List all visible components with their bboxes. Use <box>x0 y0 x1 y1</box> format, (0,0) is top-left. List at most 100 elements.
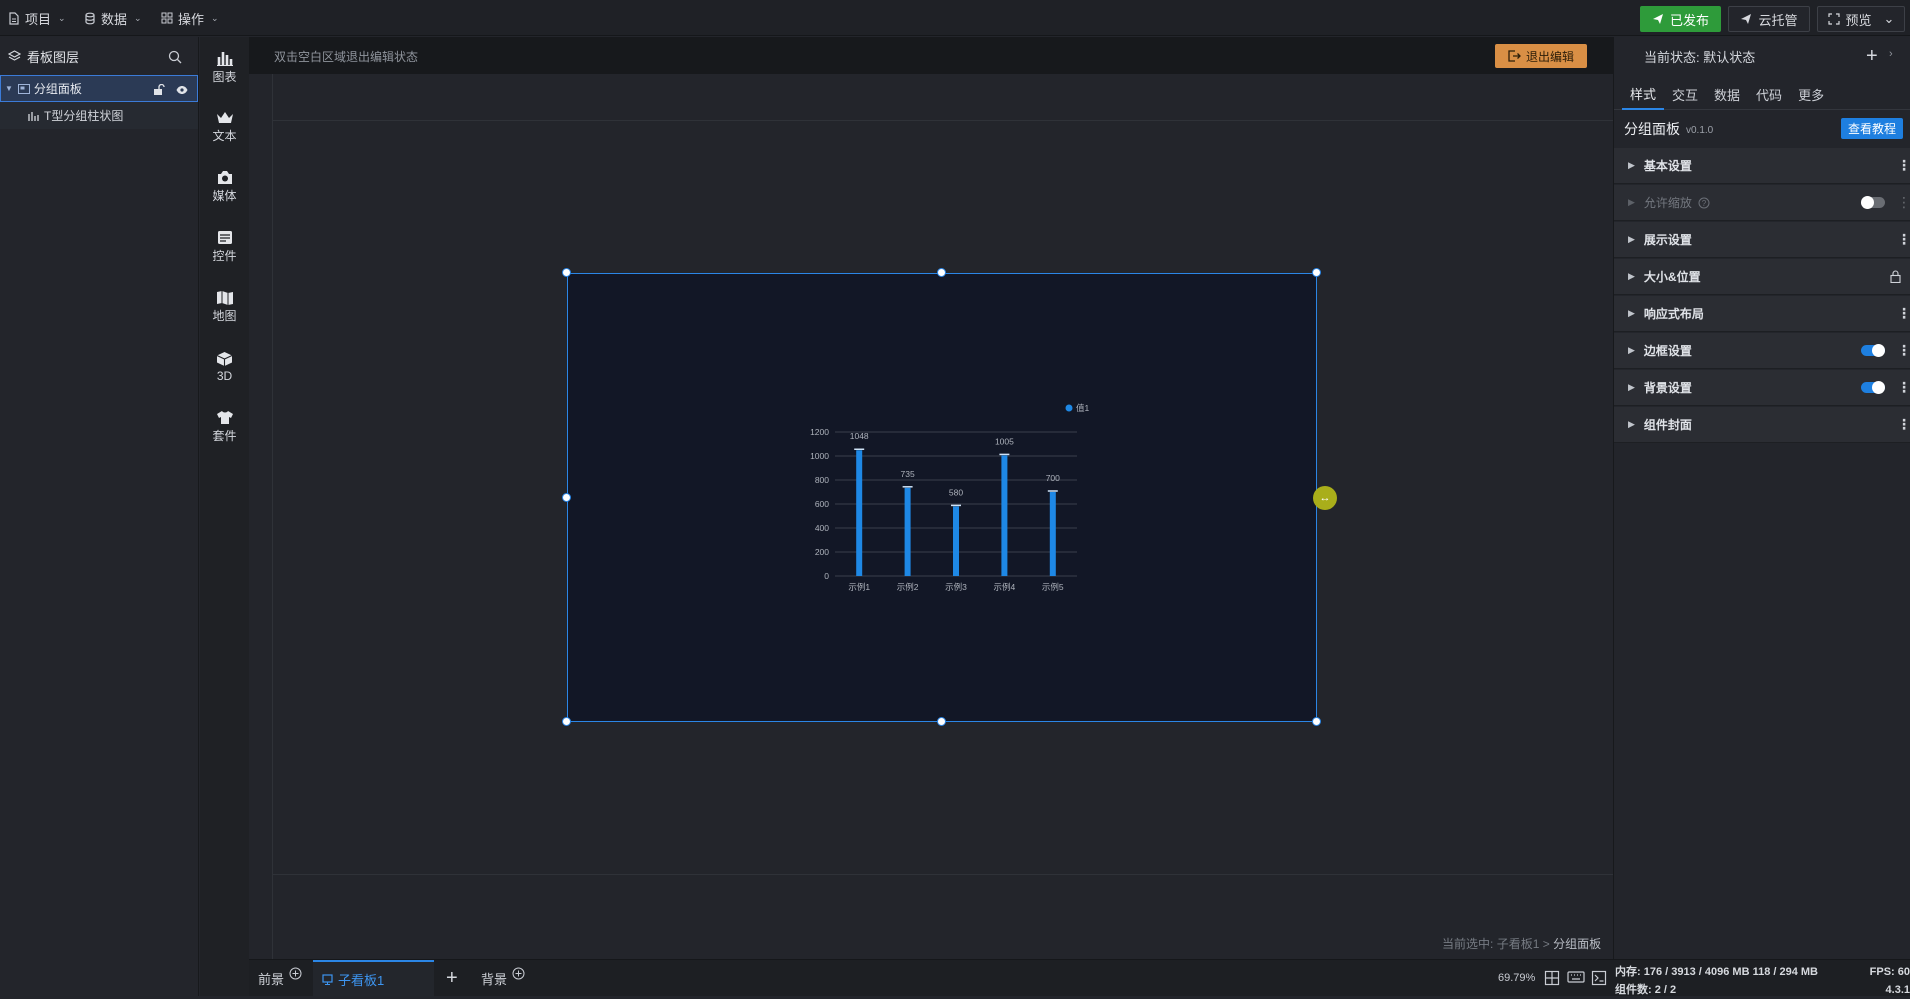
add-icon[interactable]: + <box>1866 45 1878 68</box>
camera-icon <box>216 170 234 185</box>
tab-code[interactable]: 代码 <box>1748 78 1790 110</box>
tab-interaction[interactable]: 交互 <box>1664 78 1706 110</box>
section-responsive-layout[interactable]: ▶ 响应式布局 ⋮ <box>1614 296 1910 332</box>
section-background-settings[interactable]: ▶ 背景设置 ⋮ <box>1614 370 1910 406</box>
tool-kit[interactable]: 套件 <box>200 397 249 457</box>
tab-code-label: 代码 <box>1756 87 1783 103</box>
section-component-cover[interactable]: ▶ 组件封面 ⋮ <box>1614 407 1910 443</box>
resize-handle-e[interactable]: ↔ <box>1313 486 1337 510</box>
help-icon[interactable]: ? <box>1698 197 1710 209</box>
menu-operation[interactable]: 操作 ⌄ <box>161 0 219 36</box>
breadcrumb-path[interactable]: 子看板1 <box>1497 937 1540 951</box>
tab-sub-board[interactable]: 子看板1 <box>313 960 434 997</box>
preview-button[interactable]: 预览 ⌄ <box>1817 6 1905 32</box>
tab-foreground[interactable]: 前景 <box>258 960 302 997</box>
shirt-icon <box>216 410 234 425</box>
published-button[interactable]: 已发布 <box>1640 6 1721 32</box>
add-board-label: + <box>446 967 458 989</box>
section-label: 展示设置 <box>1643 233 1692 247</box>
keyboard-icon[interactable] <box>1567 970 1585 986</box>
exit-edit-button[interactable]: 退出编辑 <box>1495 44 1587 68</box>
fit-screen-icon[interactable] <box>1544 970 1562 986</box>
tool-text-label: 文本 <box>212 128 237 143</box>
legend-label: 值1 <box>1076 403 1090 413</box>
fullscreen-icon <box>1827 13 1840 25</box>
section-border-settings[interactable]: ▶ 边框设置 ⋮ <box>1614 333 1910 369</box>
zoom-level[interactable]: 69.79% <box>1498 972 1535 984</box>
section-display-settings[interactable]: ▶ 展示设置 ⋮ <box>1614 222 1910 258</box>
widget-icon <box>216 230 234 245</box>
tab-more-label: 更多 <box>1798 87 1825 103</box>
resize-handle-se[interactable] <box>1312 717 1321 726</box>
allow-zoom-toggle[interactable] <box>1861 196 1885 209</box>
resize-handle-nw[interactable] <box>562 268 571 277</box>
resize-handle-n[interactable] <box>937 268 946 277</box>
section-allow-zoom[interactable]: ▶ 允许缩放 ? ⋮ <box>1614 185 1910 221</box>
background-toggle[interactable] <box>1861 381 1885 394</box>
add-board-button[interactable]: + <box>446 960 458 997</box>
search-icon[interactable] <box>168 50 182 64</box>
tab-style[interactable]: 样式 <box>1622 78 1665 110</box>
cloud-hosting-button[interactable]: 云托管 <box>1728 6 1810 32</box>
add-circle-icon[interactable] <box>512 967 525 980</box>
section-label: 大小&位置 <box>1643 270 1701 284</box>
chevron-down-icon: ⌄ <box>211 12 219 23</box>
menu-operation-label: 操作 <box>178 11 205 27</box>
tool-widget[interactable]: 控件 <box>200 217 249 277</box>
y-tick-label: 1000 <box>810 451 829 461</box>
tool-map-label: 地图 <box>212 309 237 323</box>
more-vertical-icon[interactable]: ⋮ <box>1897 195 1910 209</box>
more-vertical-icon[interactable]: ⋮ <box>1897 306 1910 320</box>
tab-background[interactable]: 背景 <box>481 960 525 997</box>
tab-more[interactable]: 更多 <box>1790 78 1832 110</box>
more-vertical-icon[interactable]: ⋮ <box>1897 232 1910 246</box>
tab-data[interactable]: 数据 <box>1706 78 1748 110</box>
breadcrumb-prefix: 当前选中: <box>1442 937 1494 951</box>
border-toggle[interactable] <box>1861 344 1885 357</box>
property-tabs: 样式 交互 数据 代码 更多 <box>1614 78 1910 110</box>
lock-icon[interactable] <box>1890 270 1901 283</box>
panel-icon <box>17 83 30 94</box>
unlock-icon[interactable] <box>153 84 165 96</box>
editor-canvas[interactable]: 双击空白区域退出编辑状态 退出编辑 0 200 400 600 800 1000 1200 1… <box>249 37 1613 959</box>
add-circle-icon[interactable] <box>289 967 302 980</box>
tool-media[interactable]: 媒体 <box>200 157 249 217</box>
caret-down-icon[interactable]: ▼ <box>5 84 13 93</box>
svg-text:?: ? <box>1702 199 1707 208</box>
tool-map[interactable]: 地图 <box>200 277 249 337</box>
guide-line-horizontal <box>273 874 1613 875</box>
menu-data[interactable]: 数据 ⌄ <box>84 0 142 36</box>
more-vertical-icon[interactable]: ⋮ <box>1897 380 1910 394</box>
layer-item-t-bar-chart[interactable]: T型分组柱状图 <box>0 102 198 129</box>
caret-right-icon: ▶ <box>1628 271 1635 281</box>
resize-handle-ne[interactable] <box>1312 268 1321 277</box>
layer-item-group-panel[interactable]: ▼ 分组面板 <box>0 75 198 102</box>
group-panel-component[interactable]: 0 200 400 600 800 1000 1200 1048 示例1 735 示例2 580 示例3… <box>567 273 1317 722</box>
resize-handle-s[interactable] <box>937 717 946 726</box>
more-vertical-icon[interactable]: ⋮ <box>1897 417 1910 431</box>
resize-handle-w[interactable] <box>562 493 571 502</box>
more-vertical-icon[interactable]: ⋮ <box>1897 343 1910 357</box>
view-tutorial-button[interactable]: 查看教程 <box>1840 118 1903 139</box>
tool-3d[interactable]: 3D <box>200 337 249 397</box>
tool-kit-label: 套件 <box>212 429 237 443</box>
state-selector[interactable]: 当前状态: 默认状态 + › <box>1614 37 1910 75</box>
component-header: 分组面板 v0.1.0 查看教程 <box>1614 112 1910 146</box>
chevron-right-icon[interactable]: › <box>1889 48 1893 60</box>
bar-chart-icon <box>216 50 234 66</box>
data-label: 735 <box>901 469 915 479</box>
t-group-bar-chart[interactable]: 0 200 400 600 800 1000 1200 1048 示例1 735 示例2 580 示例3… <box>568 274 1318 723</box>
resize-handle-sw[interactable] <box>562 717 571 726</box>
tool-text[interactable]: 文本 <box>200 97 249 157</box>
tab-foreground-label: 前景 <box>258 972 285 987</box>
section-size-position[interactable]: ▶ 大小&位置 <box>1614 259 1910 295</box>
bar <box>953 506 959 576</box>
section-label: 边框设置 <box>1643 344 1692 358</box>
eye-icon[interactable] <box>176 85 188 95</box>
section-basic-settings[interactable]: ▶ 基本设置 ⋮ <box>1614 148 1910 184</box>
component-title: 分组面板 <box>1624 121 1680 137</box>
terminal-icon[interactable] <box>1591 970 1609 986</box>
tool-chart[interactable]: 图表 <box>200 37 249 97</box>
menu-project[interactable]: 项目 ⌄ <box>8 0 66 36</box>
more-vertical-icon[interactable]: ⋮ <box>1897 158 1910 172</box>
